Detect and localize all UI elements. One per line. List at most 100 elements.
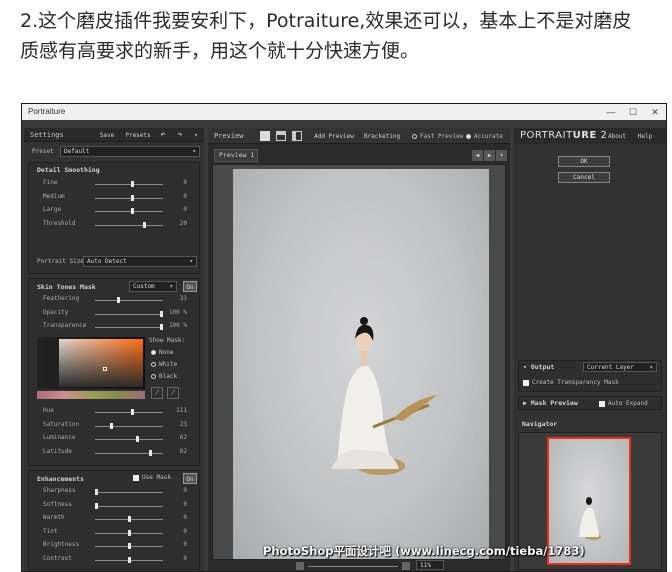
mask-black-radio[interactable]: Black [151, 373, 177, 380]
slider-hsl-luminance[interactable]: Luminance 62 [43, 434, 187, 444]
skin-on-button[interactable]: On [183, 281, 197, 292]
slider-track[interactable] [95, 492, 163, 493]
about-button[interactable]: About [606, 131, 628, 142]
mask-none-radio[interactable]: None [151, 349, 173, 356]
tab-preview-1[interactable]: Preview 1 [214, 149, 258, 162]
tab-prev-icon[interactable]: ◀ [472, 150, 483, 161]
slider-track[interactable] [95, 412, 163, 413]
tab-next-icon[interactable]: ▶ [484, 150, 495, 161]
save-button[interactable]: Save [98, 130, 116, 141]
use-mask-checkbox[interactable]: Use Mask [133, 474, 171, 481]
slider-thumb[interactable] [131, 208, 135, 214]
presets-button[interactable]: Presets [124, 130, 152, 141]
slider-thumb[interactable] [142, 221, 146, 228]
slider-enh-contrast[interactable]: Contrast 0 [43, 555, 187, 565]
slider-enh-sharpness[interactable]: Sharpness 0 [43, 487, 187, 497]
slider-thumb[interactable] [116, 297, 120, 303]
enh-on-button[interactable]: On [183, 473, 197, 484]
slider-track[interactable] [95, 211, 163, 212]
transparency-checkbox[interactable]: Create Transparency Mask [523, 379, 619, 386]
split-v-icon[interactable] [292, 131, 302, 141]
slider-track[interactable] [95, 300, 163, 301]
slider-skin-opacity[interactable]: Opacity 100 % [43, 309, 187, 319]
slider-detail-medium[interactable]: Medium 0 [43, 193, 187, 203]
slider-hsl-latitude[interactable]: Latitude 82 [43, 448, 187, 458]
slider-enh-softness[interactable]: Softness 0 [43, 501, 187, 511]
color-marker[interactable] [103, 367, 107, 371]
slider-value: 0 [183, 554, 187, 562]
slider-enh-warmth[interactable]: Warmth 0 [43, 514, 187, 524]
tab-menu-icon[interactable]: ▾ [496, 150, 507, 161]
split-h-icon[interactable] [276, 131, 286, 141]
slider-track[interactable] [95, 439, 163, 440]
slider-thumb[interactable] [135, 436, 139, 442]
hue-strip[interactable] [37, 391, 145, 399]
skin-mode-dropdown[interactable]: Custom ▾ [129, 281, 177, 292]
slider-thumb[interactable] [95, 502, 98, 509]
fast-preview-radio[interactable]: Fast Preview [412, 133, 463, 140]
slider-track[interactable] [95, 184, 163, 185]
slider-skin-transparence[interactable]: Transparence 100 % [43, 322, 187, 332]
slider-track[interactable] [95, 327, 163, 328]
slider-value: 0 [183, 541, 187, 548]
slider-track[interactable] [95, 224, 163, 226]
slider-value: 111 [176, 407, 187, 414]
zoom-slider[interactable] [308, 566, 398, 567]
output-dropdown[interactable]: Current Layer ▾ [583, 362, 657, 372]
slider-enh-tint[interactable]: Tint 0 [43, 528, 187, 538]
redo-icon[interactable]: ↷ [174, 130, 186, 141]
bracketing-button[interactable]: Bracketing [362, 131, 402, 142]
zoom-dropdown[interactable]: 11% [416, 560, 444, 570]
cancel-button[interactable]: Cancel [558, 172, 610, 183]
slider-track[interactable] [95, 505, 163, 507]
slider-track[interactable] [95, 452, 163, 454]
add-preview-button[interactable]: Add Preview [312, 131, 356, 142]
slider-thumb[interactable] [159, 324, 163, 330]
slider-hsl-hue[interactable]: Hue 111 [43, 407, 187, 417]
slider-detail-large[interactable]: Large 0 [43, 206, 187, 216]
photo[interactable] [233, 169, 489, 559]
settings-menu-icon[interactable]: ▾ [191, 130, 201, 141]
slider-track[interactable] [95, 197, 163, 199]
chevron-down-icon: ▾ [169, 283, 173, 290]
color-gradient[interactable] [59, 339, 143, 387]
slider-detail-fine[interactable]: Fine 0 [43, 179, 187, 189]
color-picker[interactable] [37, 337, 145, 389]
ok-button[interactable]: OK [558, 156, 610, 167]
preset-dropdown[interactable]: Default ▾ [60, 146, 200, 157]
mask-white-radio[interactable]: White [151, 361, 177, 368]
portrait-size-dropdown[interactable]: Auto Detect ▾ [83, 256, 197, 267]
slider-thumb[interactable] [149, 449, 153, 456]
slider-detail-threshold[interactable]: Threshold 20 [43, 220, 187, 230]
slider-track[interactable] [95, 425, 163, 427]
slider-label: Large [43, 206, 62, 213]
slider-thumb[interactable] [128, 543, 131, 549]
slider-skin-feathering[interactable]: Feathering 33 [43, 295, 187, 305]
zoom-out-icon[interactable] [296, 562, 304, 570]
slider-thumb[interactable] [128, 529, 131, 536]
eyedropper-minus-icon[interactable]: ⁄ [167, 387, 179, 399]
caption-line-2: 质感有高要求的新手，用这个就十分快速方便。 [20, 40, 420, 62]
slider-thumb[interactable] [131, 181, 135, 187]
slider-thumb[interactable] [128, 516, 131, 522]
output-label: ▾ Output [523, 363, 555, 371]
slider-thumb[interactable] [110, 422, 114, 429]
slider-thumb[interactable] [159, 310, 163, 317]
help-button[interactable]: Help [634, 131, 656, 142]
slider-thumb[interactable] [131, 409, 135, 415]
accurate-radio[interactable]: Accurate [466, 133, 503, 140]
auto-expand-checkbox[interactable]: Auto Expand [599, 400, 648, 407]
slider-enh-brightness[interactable]: Brightness 0 [43, 541, 187, 551]
minimize-icon[interactable]: — [600, 104, 622, 120]
slider-thumb[interactable] [128, 556, 131, 563]
slider-thumb[interactable] [95, 489, 98, 495]
single-view-icon[interactable] [260, 131, 270, 141]
slider-hsl-saturation[interactable]: Saturation 23 [43, 421, 187, 431]
slider-track[interactable] [95, 313, 163, 315]
maximize-icon[interactable]: ☐ [622, 104, 644, 120]
zoom-in-icon[interactable] [402, 562, 410, 570]
undo-icon[interactable]: ↶ [157, 130, 169, 141]
slider-thumb[interactable] [131, 194, 135, 201]
eyedropper-icon[interactable]: ⁄ [151, 387, 163, 399]
close-icon[interactable]: ✕ [644, 104, 666, 120]
